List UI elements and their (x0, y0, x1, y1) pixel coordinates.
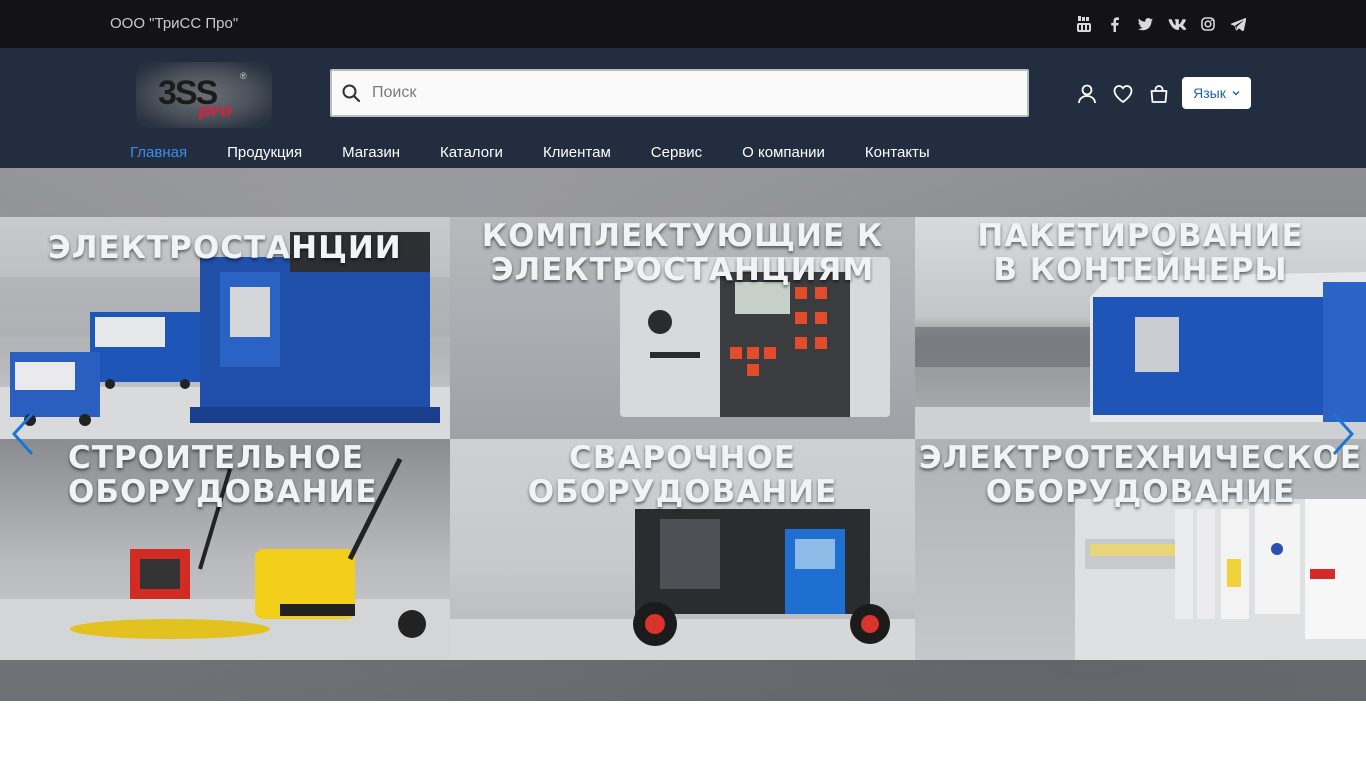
nav-item-service[interactable]: Сервис (651, 144, 702, 166)
category-tile-containers[interactable]: ПАКЕТИРОВАНИЕ В КОНТЕЙНЕРЫ (915, 217, 1366, 439)
category-tile-electrical[interactable]: ЭЛЕКТРОТЕХНИЧЕСКОЕ ОБОРУДОВАНИЕ (915, 439, 1366, 660)
chevron-down-icon (1232, 91, 1240, 96)
twitter-icon[interactable] (1130, 13, 1161, 35)
category-title: ЭЛЕКТРОСТАНЦИИ (48, 230, 402, 266)
nav-item-about[interactable]: О компании (742, 144, 825, 166)
search-input[interactable] (372, 71, 1012, 115)
nav-item-home[interactable]: Главная (130, 144, 187, 166)
logo-sub: pro (198, 100, 233, 121)
bag-icon[interactable] (1148, 83, 1170, 105)
search-icon[interactable] (342, 84, 360, 102)
search-box (330, 69, 1029, 117)
nav-item-products[interactable]: Продукция (227, 144, 302, 166)
site-header: 3SS pro ® Язык Главная Продукция Магазин… (0, 48, 1366, 168)
nav-item-shop[interactable]: Магазин (342, 144, 400, 166)
category-title: СВАРОЧНОЕ ОБОРУДОВАНИЕ (527, 440, 838, 510)
vk-icon[interactable] (1161, 13, 1192, 35)
main-nav: Главная Продукция Магазин Каталоги Клиен… (130, 144, 970, 166)
telegram-icon[interactable] (1223, 13, 1254, 35)
heart-icon[interactable] (1112, 83, 1134, 105)
category-tile-construction[interactable]: СТРОИТЕЛЬНОЕ ОБОРУДОВАНИЕ (0, 439, 450, 660)
chevron-left-icon[interactable] (8, 410, 38, 458)
chevron-right-icon[interactable] (1328, 410, 1358, 458)
user-icon[interactable] (1076, 83, 1098, 105)
category-tile-power-stations[interactable]: ЭЛЕКТРОСТАНЦИИ (0, 217, 450, 439)
company-name: ООО "ТриСС Про" (110, 15, 239, 32)
nav-item-clients[interactable]: Клиентам (543, 144, 611, 166)
youtube-icon[interactable] (1068, 13, 1099, 35)
category-grid: ЭЛЕКТРОСТАНЦИИ КОМПЛЕКТУЮЩИЕ К ЭЛЕКТРОСТ… (0, 217, 1366, 660)
category-title: ЭЛЕКТРОТЕХНИЧЕСКОЕ ОБОРУДОВАНИЕ (918, 440, 1363, 510)
facebook-icon[interactable] (1099, 13, 1130, 35)
language-selector[interactable]: Язык (1182, 77, 1251, 109)
hero-slider: ЭЛЕКТРОСТАНЦИИ КОМПЛЕКТУЮЩИЕ К ЭЛЕКТРОСТ… (0, 168, 1366, 701)
site-logo[interactable]: 3SS pro ® (136, 62, 272, 128)
top-bar: ООО "ТриСС Про" (0, 0, 1366, 48)
category-tile-components[interactable]: КОМПЛЕКТУЮЩИЕ К ЭЛЕКТРОСТАНЦИЯМ (450, 217, 915, 439)
nav-item-catalogs[interactable]: Каталоги (440, 144, 503, 166)
category-title: СТРОИТЕЛЬНОЕ ОБОРУДОВАНИЕ (68, 440, 378, 510)
category-tile-welding[interactable]: СВАРОЧНОЕ ОБОРУДОВАНИЕ (450, 439, 915, 660)
category-title: КОМПЛЕКТУЮЩИЕ К ЭЛЕКТРОСТАНЦИЯМ (481, 218, 884, 288)
logo-registered-mark: ® (240, 71, 247, 81)
instagram-icon[interactable] (1192, 13, 1223, 35)
category-title: ПАКЕТИРОВАНИЕ В КОНТЕЙНЕРЫ (977, 218, 1304, 288)
language-label: Язык (1193, 85, 1226, 101)
social-links (1068, 13, 1254, 35)
nav-item-contacts[interactable]: Контакты (865, 144, 930, 166)
